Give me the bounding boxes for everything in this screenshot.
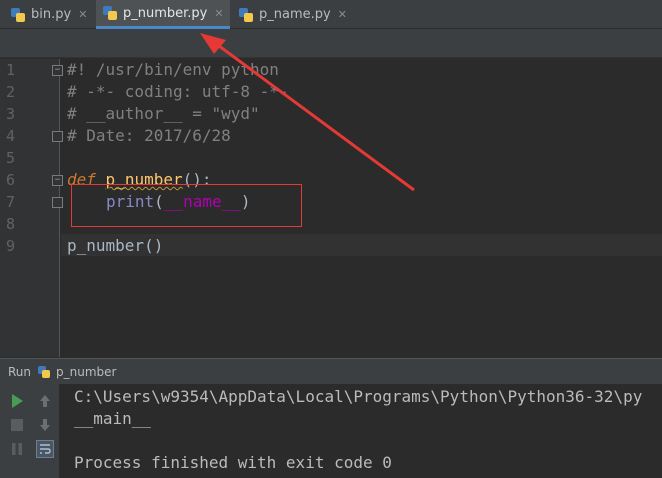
- dunder-name: __name__: [163, 192, 241, 211]
- punctuation: ): [240, 192, 251, 211]
- line-number: 9: [6, 237, 16, 255]
- tab-label: bin.py: [31, 7, 72, 22]
- builtin-name: print: [106, 192, 155, 211]
- run-panel-title: Run: [8, 364, 32, 379]
- close-icon[interactable]: ✕: [214, 7, 223, 20]
- code-line-1: #! /usr/bin/env python: [67, 60, 279, 79]
- line-number: 2: [6, 83, 16, 101]
- tab-label: p_number.py: [123, 5, 208, 21]
- stop-icon[interactable]: [8, 416, 26, 434]
- tab-label: p_name.py: [259, 7, 331, 22]
- editor-tab-bar: bin.py ✕ p_number.py ✕ p_name.py ✕: [0, 0, 662, 29]
- code-line-9: p_number(): [67, 236, 164, 255]
- punctuation: ():: [182, 170, 212, 189]
- arrow-up-icon[interactable]: [36, 392, 54, 410]
- console-line-command: C:\Users\w9354\AppData\Local\Programs\Py…: [74, 387, 643, 406]
- line-number: 8: [6, 215, 16, 233]
- arrow-down-icon[interactable]: [36, 416, 54, 434]
- code-line-2: # -*- coding: utf-8 -*-: [67, 82, 289, 101]
- fold-marker-icon[interactable]: [52, 131, 63, 142]
- function-name: p_number: [105, 170, 183, 189]
- close-icon[interactable]: ✕: [78, 8, 87, 21]
- python-file-icon: [102, 5, 118, 21]
- soft-wrap-icon[interactable]: [36, 440, 54, 458]
- python-file-icon: [238, 7, 254, 23]
- console-line-exit: Process finished with exit code 0: [74, 453, 392, 472]
- run-panel-header: Run p_number: [0, 358, 662, 384]
- run-icon[interactable]: [8, 392, 26, 410]
- fold-marker-icon[interactable]: [52, 197, 63, 208]
- line-number: 7: [6, 193, 16, 211]
- line-number: 6: [6, 171, 16, 189]
- punctuation: (: [154, 192, 164, 211]
- fold-marker-icon[interactable]: −: [52, 65, 63, 76]
- code-line-4: # Date: 2017/6/28: [67, 126, 231, 145]
- python-file-icon: [37, 365, 51, 379]
- fold-marker-icon[interactable]: −: [52, 175, 63, 186]
- run-toolbar: [0, 384, 60, 478]
- line-number: 5: [6, 149, 16, 167]
- python-file-icon: [10, 7, 26, 23]
- line-number: 4: [6, 127, 16, 145]
- line-number: 3: [6, 105, 16, 123]
- console-line-output: __main__: [74, 409, 152, 428]
- editor-breadcrumb-strip: [0, 29, 662, 58]
- code-line-3: # __author__ = "wyd": [67, 104, 260, 123]
- keyword: def: [67, 170, 96, 189]
- tab-p-number-py[interactable]: p_number.py ✕: [96, 0, 230, 29]
- code-line-7: print(__name__): [106, 191, 251, 213]
- close-icon[interactable]: ✕: [338, 8, 347, 21]
- tab-bin-py[interactable]: bin.py ✕: [4, 0, 96, 29]
- tab-p-name-py[interactable]: p_name.py ✕: [232, 0, 350, 29]
- code-line-6: def p_number():: [67, 169, 212, 191]
- pause-icon[interactable]: [8, 440, 26, 458]
- line-number: 1: [6, 61, 16, 79]
- run-config-name: p_number: [56, 364, 117, 379]
